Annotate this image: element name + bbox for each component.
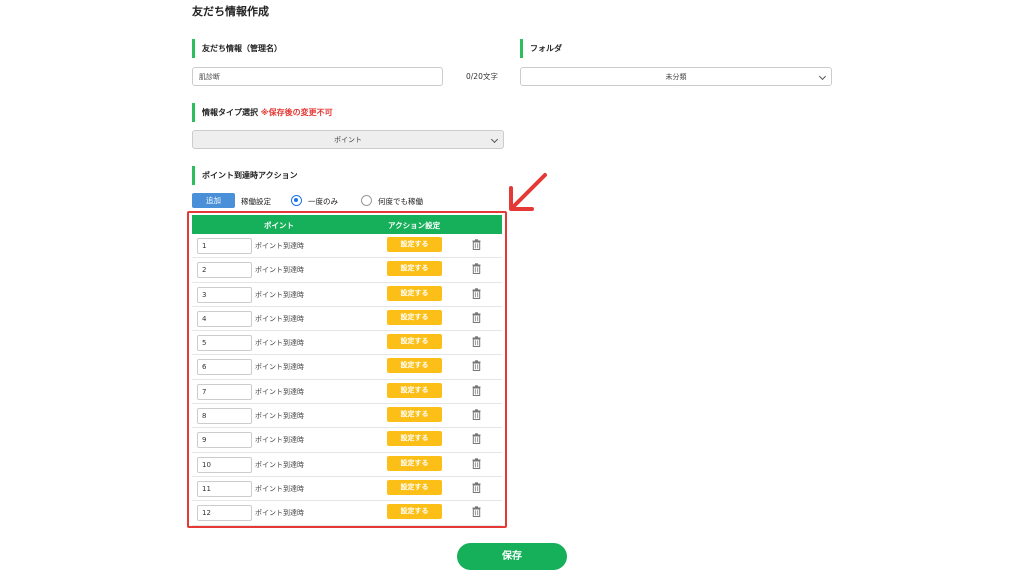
type-select[interactable]: ポイント <box>192 130 504 149</box>
radio-once-label: 一度のみ <box>308 197 338 206</box>
radio-always[interactable] <box>361 195 372 206</box>
chevron-down-icon <box>818 72 827 81</box>
chevron-down-icon <box>490 135 499 144</box>
action-section-label: ポイント到達時アクション <box>192 166 298 185</box>
radio-once[interactable] <box>291 195 302 206</box>
type-note: ※保存後の変更不可 <box>260 108 333 117</box>
highlight-box <box>187 211 507 528</box>
name-section-label: 友だち情報（管理名） <box>192 39 282 58</box>
type-selected-value: ポイント <box>334 136 362 144</box>
page-title: 友だち情報作成 <box>192 5 269 18</box>
folder-selected-value: 未分類 <box>665 73 687 81</box>
type-section-label: 情報タイプ選択 ※保存後の変更不可 <box>192 103 333 122</box>
char-count: 0/20文字 <box>466 72 498 81</box>
run-setting-label: 稼働設定 <box>241 197 271 206</box>
folder-section-label: フォルダ <box>520 39 562 58</box>
add-button[interactable]: 追加 <box>192 193 235 208</box>
save-button[interactable]: 保存 <box>457 543 567 570</box>
folder-select[interactable]: 未分類 <box>520 67 832 86</box>
name-input[interactable]: 肌診断 <box>192 67 443 86</box>
radio-always-label: 何度でも稼働 <box>378 197 423 206</box>
arrow-icon <box>509 173 547 211</box>
type-label-text: 情報タイプ選択 <box>202 108 258 117</box>
